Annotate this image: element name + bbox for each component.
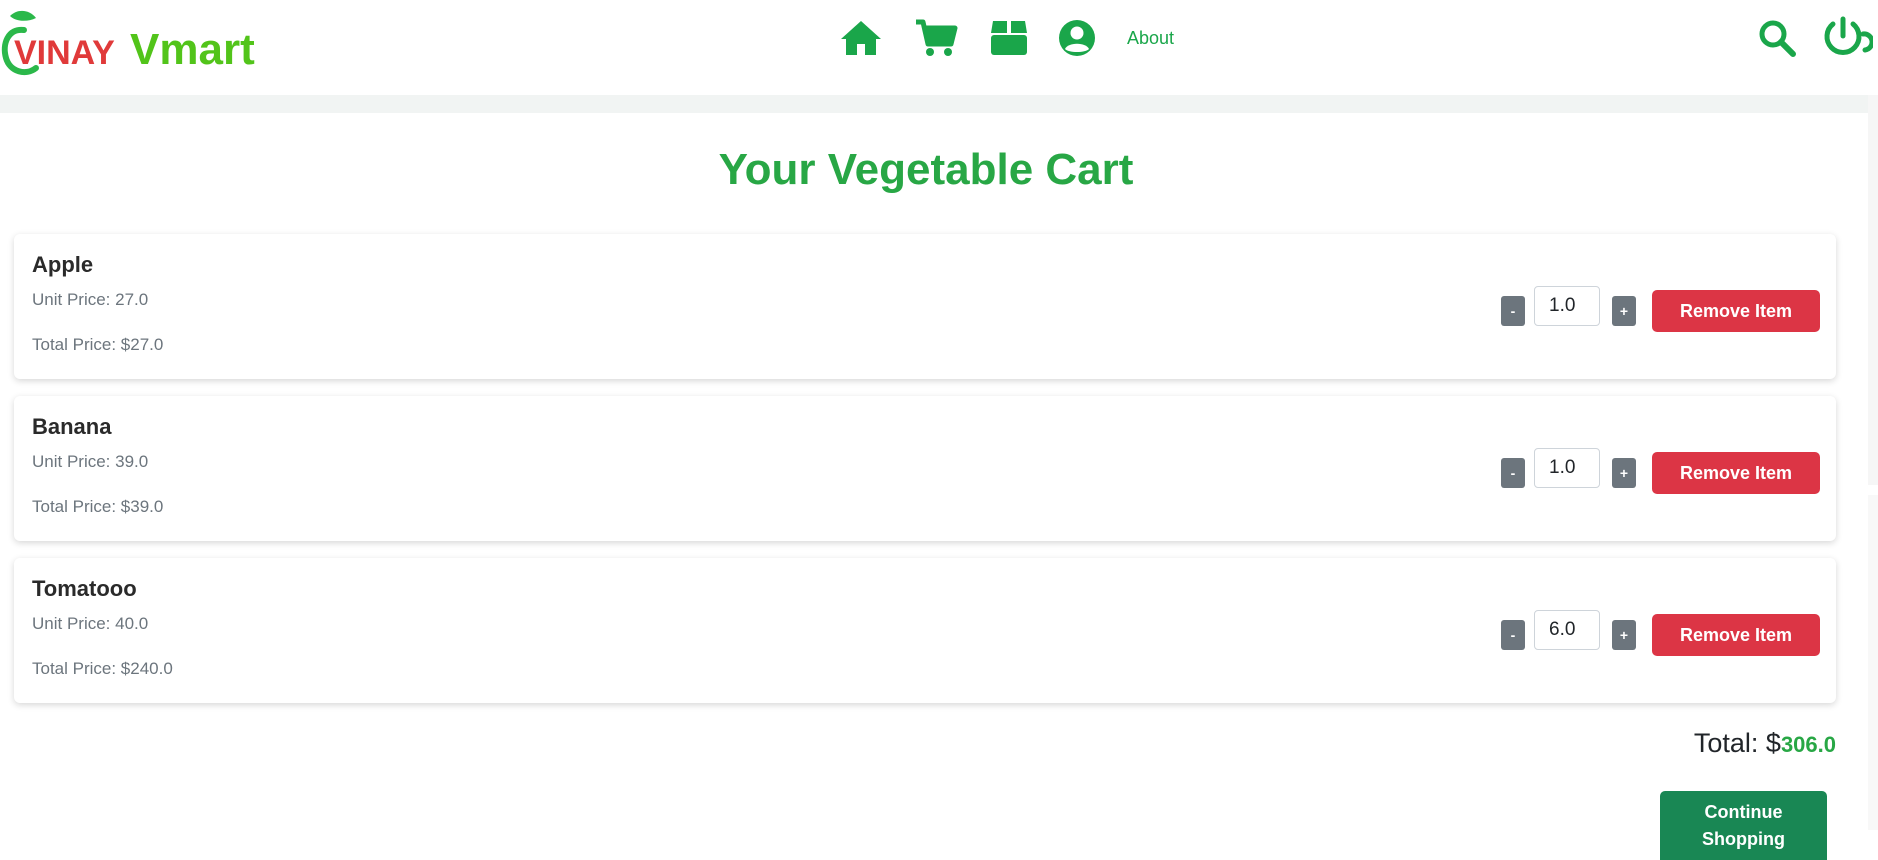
page-title: Your Vegetable Cart xyxy=(718,145,1134,194)
quantity-value: 6.0 xyxy=(1549,619,1576,640)
decrease-quantity-button[interactable]: - xyxy=(1501,458,1525,488)
remove-item-button[interactable]: Remove Item xyxy=(1652,290,1820,332)
cart-total: Total: $306.0 xyxy=(1694,728,1836,759)
home-icon[interactable] xyxy=(838,18,884,58)
item-total-price: Total Price: $39.0 xyxy=(32,497,164,516)
scroll-edge xyxy=(1868,95,1878,485)
item-name: Banana xyxy=(32,414,112,439)
quantity-input[interactable]: 6.0 xyxy=(1534,610,1600,650)
brand-logo[interactable]: VINAY Vmart xyxy=(0,6,260,78)
quantity-value: 1.0 xyxy=(1549,295,1576,316)
decrease-quantity-button[interactable]: - xyxy=(1501,296,1525,326)
item-unit-price: Unit Price: 27.0 xyxy=(32,290,149,309)
navbar-divider xyxy=(0,95,1878,113)
increase-quantity-button[interactable]: + xyxy=(1612,458,1636,488)
scroll-edge xyxy=(1868,495,1878,830)
navbar: VINAY Vmart About xyxy=(0,0,1878,95)
increase-quantity-button[interactable]: + xyxy=(1612,296,1636,326)
quantity-input[interactable]: 1.0 xyxy=(1534,286,1600,326)
item-unit-price: Unit Price: 40.0 xyxy=(32,614,149,633)
remove-item-button[interactable]: Remove Item xyxy=(1652,614,1820,656)
increase-quantity-button[interactable]: + xyxy=(1612,620,1636,650)
cart-item-card: Banana Unit Price: 39.0 Total Price: $39… xyxy=(14,396,1836,541)
item-unit-price: Unit Price: 39.0 xyxy=(32,452,149,471)
cart-item-card: Tomatooo Unit Price: 40.0 Total Price: $… xyxy=(14,558,1836,703)
cart-total-amount: 306.0 xyxy=(1780,732,1836,757)
power-icon[interactable] xyxy=(1820,16,1874,58)
search-icon[interactable] xyxy=(1756,18,1798,58)
quantity-input[interactable]: 1.0 xyxy=(1534,448,1600,488)
item-name: Tomatooo xyxy=(32,576,137,601)
decrease-quantity-button[interactable]: - xyxy=(1501,620,1525,650)
brand-word2: Vmart xyxy=(130,25,255,74)
nav-about-link[interactable]: About xyxy=(1127,28,1174,49)
user-circle-icon[interactable] xyxy=(1056,18,1098,58)
box-icon[interactable] xyxy=(988,18,1030,58)
item-total-price: Total Price: $240.0 xyxy=(32,659,173,678)
continue-shopping-button[interactable]: Continue Shopping xyxy=(1660,791,1827,860)
cart-item-card: Apple Unit Price: 27.0 Total Price: $27.… xyxy=(14,234,1836,379)
quantity-value: 1.0 xyxy=(1549,457,1576,478)
remove-item-button[interactable]: Remove Item xyxy=(1652,452,1820,494)
item-name: Apple xyxy=(32,252,94,277)
cart-icon[interactable] xyxy=(913,18,959,58)
item-total-price: Total Price: $27.0 xyxy=(32,335,164,354)
cart-total-label: Total: $ xyxy=(1693,728,1781,758)
brand-word1: VINAY xyxy=(14,34,115,72)
